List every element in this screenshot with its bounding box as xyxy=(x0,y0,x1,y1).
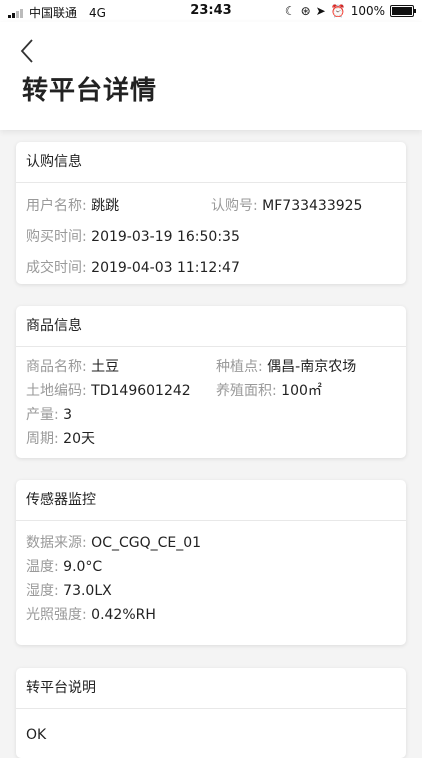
page-title: 转平台详情 xyxy=(22,76,158,106)
sub-no-label: 认购号: xyxy=(211,198,258,214)
plant-label: 种植点: xyxy=(216,359,263,375)
sensor-heading: 传感器监控 xyxy=(16,480,406,521)
rotation-lock-icon: ⊛ xyxy=(300,4,311,18)
area-field: 养殖面积: 100㎡ xyxy=(216,379,322,403)
transfer-heading: 转平台说明 xyxy=(16,668,406,709)
product-card: 商品信息 商品名称: 土豆 种植点: 偶昌-南京农场 土地编码: TD14960… xyxy=(16,306,406,458)
user-row: 用户名称: 跳跳 认购号: MF733433925 xyxy=(26,191,396,222)
battery-percent: 100% xyxy=(350,4,385,18)
buy-time-value: 2019-03-19 16:50:35 xyxy=(91,229,240,245)
deal-time-label: 成交时间: xyxy=(26,260,87,276)
source-row: 数据来源: OC_CGQ_CE_01 xyxy=(26,531,396,555)
subscription-heading: 认购信息 xyxy=(16,142,406,183)
temp-row: 温度: 9.0°C xyxy=(26,555,396,579)
area-value: 100㎡ xyxy=(281,383,322,399)
product-heading: 商品信息 xyxy=(16,306,406,347)
temp-value: 9.0°C xyxy=(63,559,103,575)
light-label: 光照强度: xyxy=(26,607,87,623)
temp-label: 温度: xyxy=(26,559,59,575)
cycle-row: 周期: 20天 xyxy=(26,427,396,451)
output-value: 3 xyxy=(63,407,73,423)
light-value: 0.42%RH xyxy=(91,607,156,623)
buy-time-label: 购买时间: xyxy=(26,229,87,245)
cycle-label: 周期: xyxy=(26,431,59,447)
status-bar: 中国联通 4G 23:43 ☾ ⊛ ➤ ⏰ 100% xyxy=(0,0,422,22)
transfer-card: 转平台说明 OK xyxy=(16,668,406,758)
moon-icon: ☾ xyxy=(284,4,296,18)
chevron-left-icon xyxy=(20,39,33,63)
back-button[interactable] xyxy=(18,38,38,64)
sub-no-field: 认购号: MF733433925 xyxy=(211,191,362,222)
area-label: 养殖面积: xyxy=(216,383,277,399)
plant-field: 种植点: 偶昌-南京农场 xyxy=(216,355,356,379)
sub-no-value: MF733433925 xyxy=(262,198,363,214)
sensor-card: 传感器监控 数据来源: OC_CGQ_CE_01 温度: 9.0°C 湿度: 7… xyxy=(16,480,406,645)
deal-time-row: 成交时间: 2019-04-03 11:12:47 xyxy=(26,253,396,284)
alarm-icon: ⏰ xyxy=(330,4,346,18)
land-value: TD149601242 xyxy=(91,383,191,399)
cycle-value: 20天 xyxy=(63,431,95,447)
land-label: 土地编码: xyxy=(26,383,87,399)
product-name-label: 商品名称: xyxy=(26,359,87,375)
light-row: 光照强度: 0.42%RH xyxy=(26,603,396,627)
transfer-content: OK xyxy=(26,727,47,743)
location-icon: ➤ xyxy=(315,4,326,18)
user-value: 跳跳 xyxy=(91,198,120,214)
product-name-value: 土豆 xyxy=(91,359,120,375)
output-label: 产量: xyxy=(26,407,59,423)
page-header: 转平台详情 xyxy=(0,22,422,130)
humidity-value: 73.0LX xyxy=(63,583,112,599)
source-value: OC_CGQ_CE_01 xyxy=(91,535,202,551)
subscription-card: 认购信息 用户名称: 跳跳 认购号: MF733433925 购买时间: 201… xyxy=(16,142,406,284)
source-label: 数据来源: xyxy=(26,535,87,551)
deal-time-value: 2019-04-03 11:12:47 xyxy=(91,260,240,276)
land-row: 土地编码: TD149601242 养殖面积: 100㎡ xyxy=(26,379,396,403)
status-right: ☾ ⊛ ➤ ⏰ 100% xyxy=(284,4,416,18)
humidity-row: 湿度: 73.0LX xyxy=(26,579,396,603)
buy-time-row: 购买时间: 2019-03-19 16:50:35 xyxy=(26,222,396,253)
humidity-label: 湿度: xyxy=(26,583,59,599)
user-label: 用户名称: xyxy=(26,198,87,214)
battery-icon xyxy=(390,5,416,17)
output-row: 产量: 3 xyxy=(26,403,396,427)
plant-value: 偶昌-南京农场 xyxy=(267,359,357,375)
product-name-row: 商品名称: 土豆 种植点: 偶昌-南京农场 xyxy=(26,355,396,379)
